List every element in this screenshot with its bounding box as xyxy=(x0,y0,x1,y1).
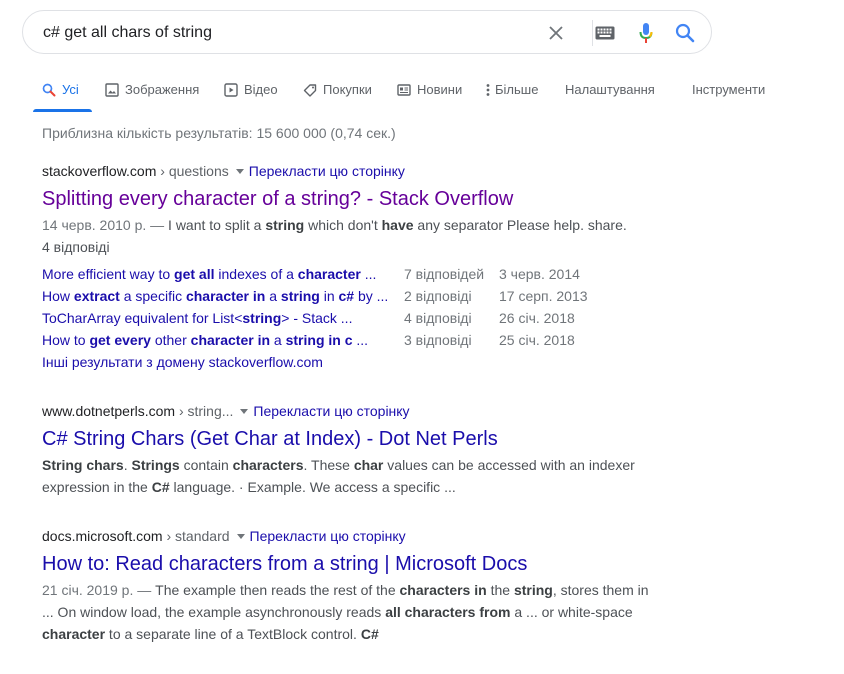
video-icon xyxy=(224,82,238,98)
search-icon xyxy=(42,82,56,98)
translate-link[interactable]: Перекласти цю сторінку xyxy=(253,403,409,419)
result-breadcrumb: › questions xyxy=(156,163,229,179)
search-result: www.dotnetperls.com › string... Перекласт… xyxy=(42,402,662,498)
result-domain: docs.microsoft.com xyxy=(42,528,163,544)
sub-result-date: 25 січ. 2018 xyxy=(499,332,575,348)
result-title-link[interactable]: C# String Chars (Get Char at Index) - Do… xyxy=(42,426,662,452)
result-breadcrumb: › standard xyxy=(162,528,230,544)
search-icon[interactable] xyxy=(673,21,697,45)
dropdown-arrow-icon[interactable] xyxy=(236,533,245,539)
result-date: 14 черв. 2010 р. — xyxy=(42,217,169,233)
dropdown-arrow-icon[interactable] xyxy=(235,168,244,174)
result-domain: stackoverflow.com xyxy=(42,163,157,179)
tab-videos[interactable]: Відео xyxy=(224,70,278,112)
tab-label: Відео xyxy=(244,82,278,97)
sub-result-count: 4 відповіді xyxy=(404,310,472,326)
tab-images[interactable]: Зображення xyxy=(105,70,199,112)
result-date: 21 січ. 2019 р. — xyxy=(42,582,156,598)
sub-result-date: 17 серп. 2013 xyxy=(499,288,588,304)
tab-label: Більше xyxy=(495,82,539,97)
sub-result-link[interactable]: How to get every other character in a st… xyxy=(42,329,368,351)
result-stats: Приблизна кількість результатів: 15 600 … xyxy=(42,125,396,141)
tab-label: Зображення xyxy=(125,82,200,97)
result-snippet: String chars. Strings contain characters… xyxy=(42,454,662,498)
result-snippet-text: String chars. Strings contain characters… xyxy=(42,457,635,495)
translate-link[interactable]: Перекласти цю сторінку xyxy=(250,528,406,544)
result-breadcrumb: › string... xyxy=(175,403,234,419)
sub-result-count: 3 відповіді xyxy=(404,332,472,348)
tab-more[interactable]: Більше xyxy=(486,70,538,112)
result-snippet: 14 черв. 2010 р. — I want to split a str… xyxy=(42,214,662,236)
result-title-link[interactable]: How to: Read characters from a string | … xyxy=(42,551,662,577)
image-icon xyxy=(105,82,119,98)
tab-label: Налаштування xyxy=(565,82,655,97)
tab-label: Новини xyxy=(417,82,463,97)
keyboard-icon[interactable] xyxy=(593,21,617,45)
sub-result-date: 26 січ. 2018 xyxy=(499,310,575,326)
sub-result-row: How extract a specific character in a st… xyxy=(42,285,662,307)
search-input[interactable] xyxy=(43,22,513,44)
tab-all[interactable]: Усі xyxy=(42,70,79,112)
sub-result-row: ToCharArray equivalent for List<string> … xyxy=(42,307,662,329)
news-icon xyxy=(397,82,411,98)
tab-label: Усі xyxy=(62,82,79,97)
search-box[interactable] xyxy=(22,10,712,54)
tab-settings[interactable]: Налаштування xyxy=(565,70,655,112)
search-result: stackoverflow.com › questions Перекласти … xyxy=(42,162,662,258)
sub-result-date: 3 черв. 2014 xyxy=(499,266,580,282)
answer-count: 4 відповіді xyxy=(42,239,110,255)
tab-news[interactable]: Новини xyxy=(397,70,462,112)
tab-label: Інструменти xyxy=(692,82,766,97)
sub-result-link[interactable]: How extract a specific character in a st… xyxy=(42,285,388,307)
result-title-link[interactable]: Splitting every character of a string? -… xyxy=(42,186,662,212)
result-domain: www.dotnetperls.com xyxy=(42,403,176,419)
tab-label: Покупки xyxy=(323,82,372,97)
sub-result-count: 7 відповідей xyxy=(404,266,485,282)
sub-result-row: How to get every other character in a st… xyxy=(42,329,662,351)
microphone-icon[interactable] xyxy=(634,21,658,45)
result-cite: www.dotnetperls.com › string... Перекласт… xyxy=(42,402,662,420)
sub-result-link[interactable]: ToCharArray equivalent for List<string> … xyxy=(42,307,352,329)
sub-result-count: 2 відповіді xyxy=(404,288,472,304)
search-tabs: Усі Зображення Відео Покупки Новини Біль… xyxy=(0,70,844,112)
active-tab-indicator xyxy=(33,109,92,112)
result-cite: docs.microsoft.com › standard Перекласти … xyxy=(42,527,662,545)
sub-result-link[interactable]: More efficient way to get all indexes of… xyxy=(42,263,376,285)
result-snippet-text: I want to split a string which don't hav… xyxy=(168,217,627,233)
sub-result-row: More efficient way to get all indexes of… xyxy=(42,263,662,285)
more-results-link[interactable]: Інші результати з домену stackoverflow.c… xyxy=(42,351,323,373)
search-result: docs.microsoft.com › standard Перекласти … xyxy=(42,527,662,645)
dropdown-arrow-icon[interactable] xyxy=(240,408,249,414)
tab-shopping[interactable]: Покупки xyxy=(303,70,372,112)
more-vert-icon xyxy=(486,82,490,98)
sub-results: More efficient way to get all indexes of… xyxy=(42,263,662,351)
clear-icon[interactable] xyxy=(544,21,568,45)
tab-tools[interactable]: Інструменти xyxy=(692,70,765,112)
result-cite: stackoverflow.com › questions Перекласти … xyxy=(42,162,662,180)
result-snippet: 21 січ. 2019 р. — The example then reads… xyxy=(42,579,662,645)
tag-icon xyxy=(303,82,317,98)
translate-link[interactable]: Перекласти цю сторінку xyxy=(249,163,405,179)
